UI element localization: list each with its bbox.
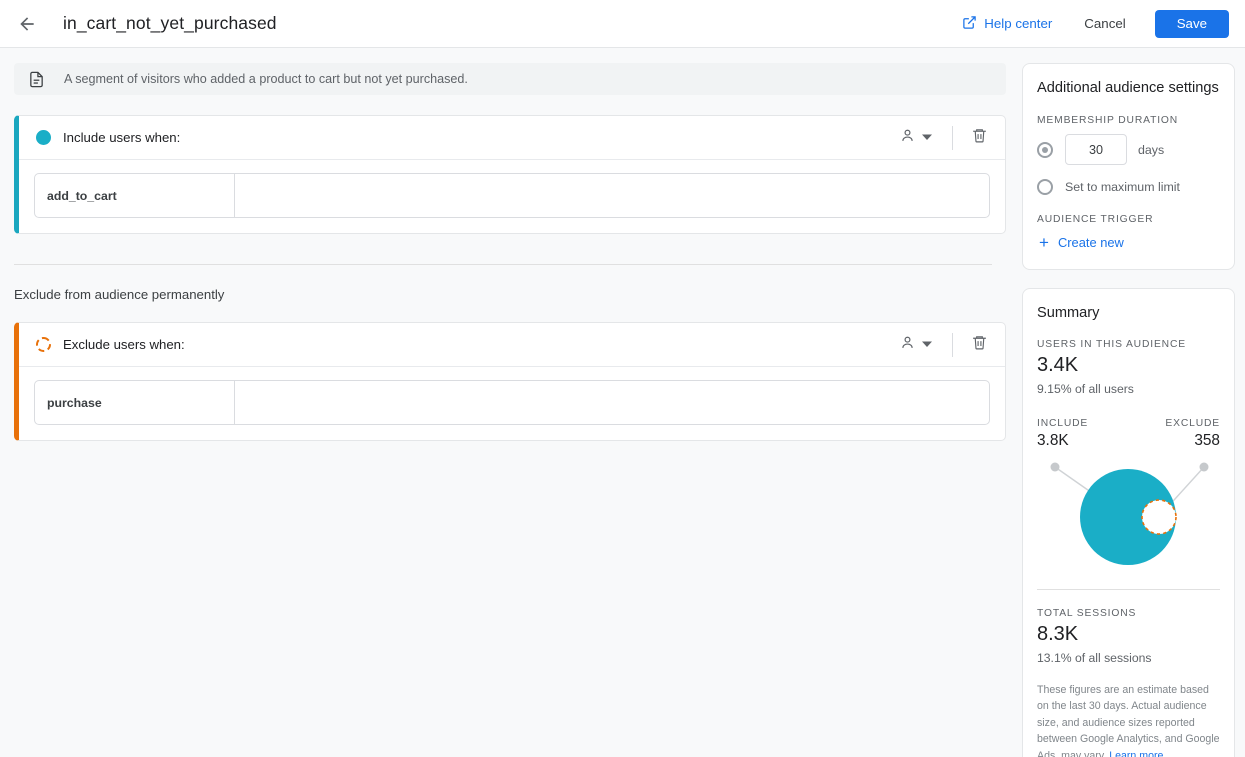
- exclude-card-title: Exclude users when:: [63, 337, 185, 352]
- include-condition-card: Include users when: add_to_cart: [14, 115, 1006, 234]
- users-in-audience-percent: 9.15% of all users: [1037, 382, 1134, 396]
- exclude-condition-name: purchase: [35, 381, 235, 424]
- exclude-marker-icon: [36, 337, 51, 352]
- include-condition-params[interactable]: [235, 174, 989, 217]
- include-card-title: Include users when:: [63, 130, 181, 145]
- audience-trigger-label: Audience trigger: [1037, 214, 1154, 225]
- chevron-down-icon: [922, 336, 932, 354]
- max-limit-option-row: Set to maximum limit: [1037, 179, 1220, 195]
- include-condition-name: add_to_cart: [35, 174, 235, 217]
- action-divider: [952, 125, 953, 150]
- total-sessions-percent: 13.1% of all sessions: [1037, 651, 1152, 665]
- exclude-section-title: Exclude from audience permanently: [14, 287, 225, 302]
- max-limit-label: Set to maximum limit: [1065, 180, 1180, 194]
- exclude-card-actions: [893, 328, 993, 362]
- page-title: in_cart_not_yet_purchased: [63, 13, 277, 33]
- audience-description-bar: A segment of visitors who added a produc…: [14, 63, 1006, 95]
- help-center-link[interactable]: Help center: [962, 15, 1052, 33]
- description-icon: [26, 71, 46, 88]
- plus-icon: +: [1039, 233, 1049, 252]
- exclude-card-body: purchase: [19, 367, 1005, 440]
- membership-duration-label: Membership duration: [1037, 115, 1179, 126]
- create-new-trigger-button[interactable]: + Create new: [1037, 234, 1220, 251]
- venn-exclude-col: Exclude 358: [1165, 418, 1220, 450]
- exclude-delete-button[interactable]: [966, 329, 993, 361]
- right-sidebar: Additional audience settings Membership …: [1022, 63, 1235, 757]
- include-condition-row[interactable]: add_to_cart: [34, 173, 990, 218]
- summary-divider: [1037, 589, 1220, 590]
- exclude-condition-row[interactable]: purchase: [34, 380, 990, 425]
- trash-icon: [971, 127, 988, 149]
- duration-option-row: days: [1037, 134, 1220, 165]
- top-bar-actions: Help center Cancel Save: [962, 9, 1229, 38]
- learn-more-link[interactable]: Learn more: [1109, 750, 1163, 757]
- exclude-condition-card: Exclude users when: purchase: [14, 322, 1006, 441]
- max-limit-radio[interactable]: [1037, 179, 1053, 195]
- audience-description-text: A segment of visitors who added a produc…: [64, 72, 468, 86]
- trash-icon: [971, 334, 988, 356]
- venn-diagram: [1037, 455, 1220, 577]
- venn-include-col: Include 3.8K: [1037, 418, 1088, 450]
- audience-definition-pane: A segment of visitors who added a produc…: [14, 63, 1006, 441]
- venn-exclude-value: 358: [1194, 432, 1220, 449]
- duration-radio[interactable]: [1037, 141, 1053, 158]
- duration-unit-label: days: [1138, 142, 1165, 157]
- summary-panel: Summary Users in this audience 3.4K 9.15…: [1022, 288, 1235, 757]
- arrow-back-icon: [17, 14, 37, 34]
- venn-include-value: 3.8K: [1037, 432, 1069, 449]
- total-sessions-value: 8.3K: [1037, 623, 1079, 645]
- total-sessions-label: Total sessions: [1037, 608, 1137, 619]
- cancel-button[interactable]: Cancel: [1076, 10, 1133, 37]
- person-icon: [899, 127, 916, 149]
- include-marker-icon: [36, 130, 51, 145]
- person-icon: [899, 334, 916, 356]
- include-scope-selector[interactable]: [893, 121, 938, 155]
- exclude-scope-selector[interactable]: [893, 328, 938, 362]
- section-divider: [14, 264, 992, 265]
- create-new-label: Create new: [1057, 235, 1124, 250]
- venn-labels: Include 3.8K Exclude 358: [1037, 418, 1220, 450]
- exclude-condition-params[interactable]: [235, 381, 989, 424]
- top-app-bar: in_cart_not_yet_purchased Help center Ca…: [0, 0, 1245, 48]
- summary-title: Summary: [1037, 305, 1100, 321]
- exclude-card-header: Exclude users when:: [19, 323, 1005, 367]
- users-in-audience-value: 3.4K: [1037, 354, 1079, 376]
- venn-include-label: Include: [1037, 418, 1089, 429]
- additional-settings-panel: Additional audience settings Membership …: [1022, 63, 1235, 270]
- include-card-actions: [893, 121, 993, 155]
- open-in-new-icon: [962, 15, 977, 33]
- disclaimer-text: These figures are an estimate based on t…: [1037, 684, 1220, 757]
- help-center-label: Help center: [984, 16, 1053, 31]
- duration-input[interactable]: [1065, 134, 1127, 165]
- include-delete-button[interactable]: [966, 122, 993, 154]
- additional-settings-title: Additional audience settings: [1037, 80, 1219, 96]
- users-in-audience-label: Users in this audience: [1037, 339, 1186, 350]
- summary-disclaimer: These figures are an estimate based on t…: [1037, 682, 1220, 757]
- include-card-header: Include users when:: [19, 116, 1005, 160]
- page-content: A segment of visitors who added a produc…: [0, 48, 1245, 757]
- audience-builder-page: in_cart_not_yet_purchased Help center Ca…: [0, 0, 1245, 757]
- save-button[interactable]: Save: [1154, 9, 1229, 38]
- include-card-body: add_to_cart: [19, 160, 1005, 233]
- chevron-down-icon: [922, 129, 932, 147]
- back-button[interactable]: [14, 11, 40, 37]
- action-divider: [952, 332, 953, 357]
- venn-exclude-label: Exclude: [1165, 418, 1220, 429]
